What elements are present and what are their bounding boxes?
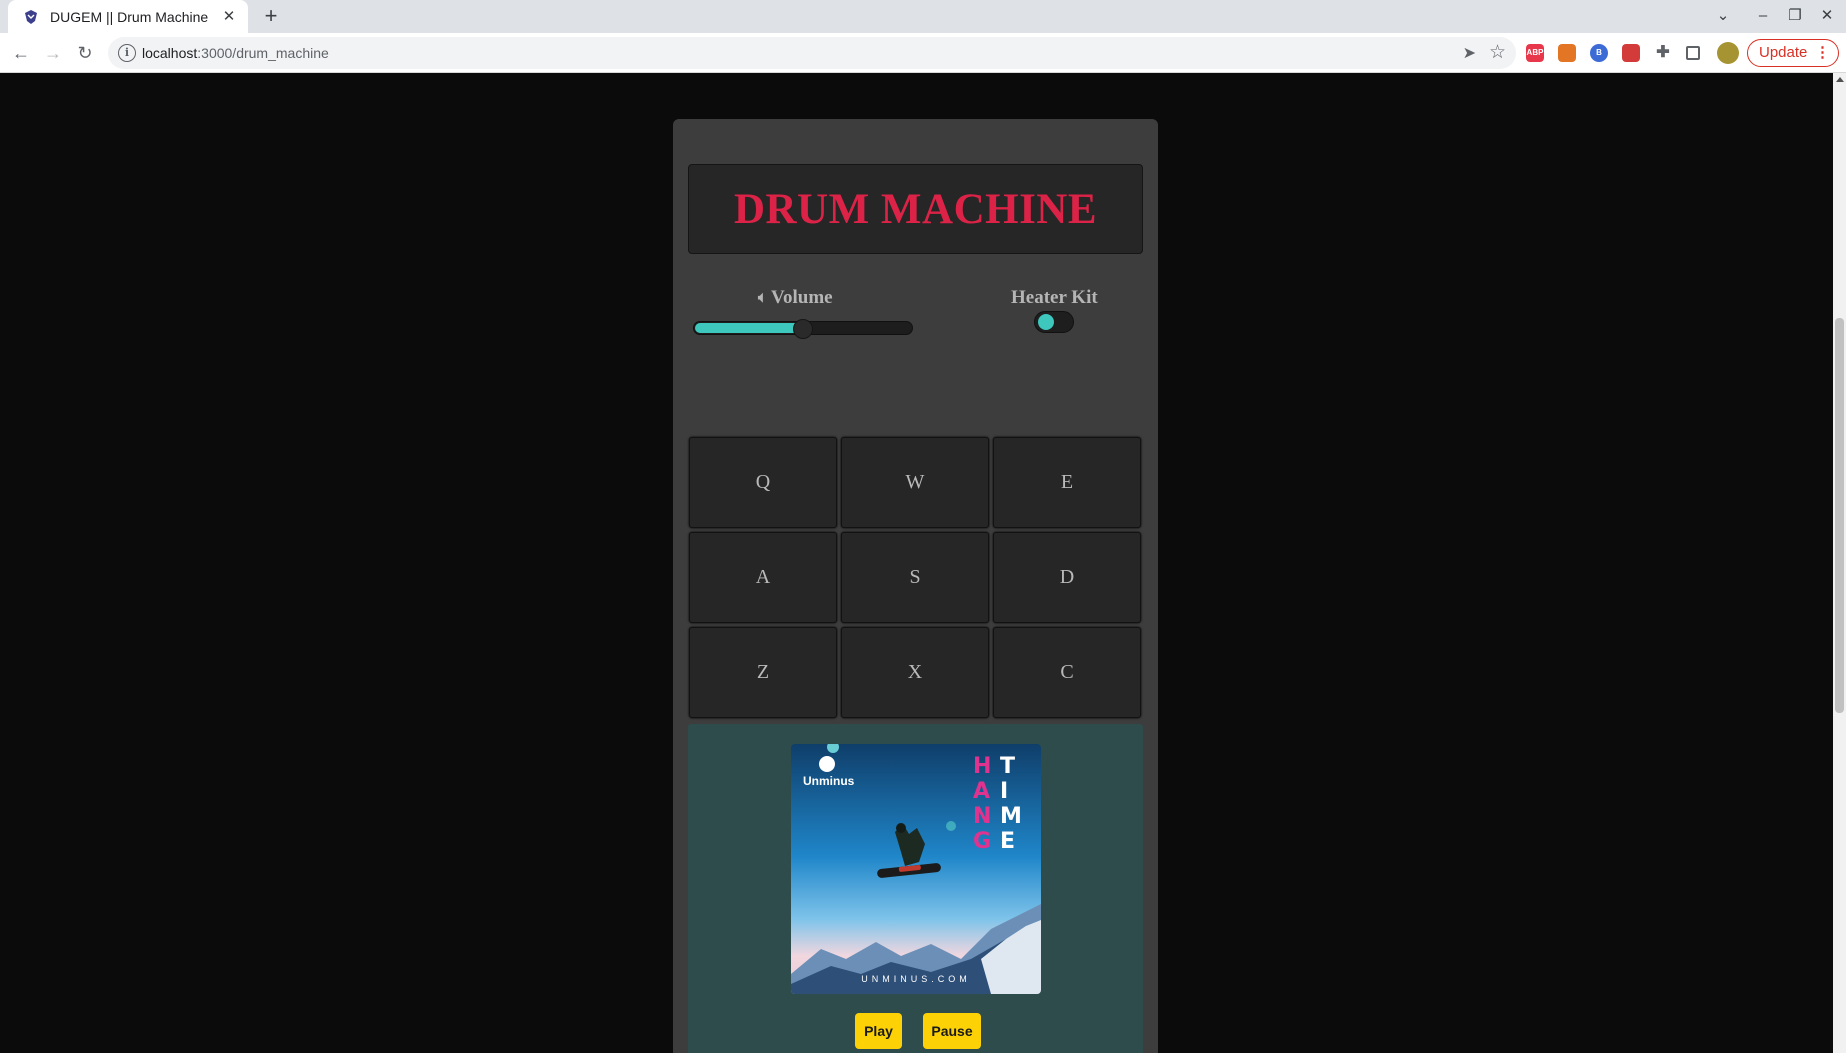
profile-avatar[interactable] bbox=[1717, 42, 1739, 64]
back-icon[interactable]: ← bbox=[9, 41, 33, 65]
cover-site: UNMINUS.COM bbox=[861, 974, 971, 984]
minimize-button[interactable]: – bbox=[1749, 4, 1777, 28]
kit-label: Heater Kit bbox=[1011, 287, 1098, 308]
site-info-icon[interactable]: i bbox=[118, 44, 136, 62]
scroll-up-arrow-icon[interactable] bbox=[1836, 77, 1844, 82]
url-text: localhost:3000/drum_machine bbox=[142, 45, 329, 61]
tab-title: DUGEM || Drum Machine bbox=[50, 8, 209, 25]
site-favicon-icon bbox=[22, 8, 40, 26]
close-window-button[interactable]: ✕ bbox=[1813, 4, 1841, 28]
kit-toggle-dot bbox=[1038, 314, 1054, 330]
volume-label: Volume bbox=[771, 287, 833, 308]
reload-icon[interactable]: ↻ bbox=[73, 41, 97, 65]
drum-pad-w[interactable]: W bbox=[841, 437, 989, 528]
page-viewport: DRUM MACHINE 🔈︎ Volume Heater Kit Q W E … bbox=[0, 73, 1833, 1053]
side-panel-icon[interactable] bbox=[1686, 46, 1700, 60]
browser-tab[interactable]: DUGEM || Drum Machine ✕ bbox=[8, 0, 248, 33]
drum-pad-grid: Q W E A S D Z X C bbox=[689, 437, 1142, 718]
metamask-icon[interactable] bbox=[1558, 44, 1576, 62]
send-tab-icon[interactable]: ➤ bbox=[1463, 43, 1476, 63]
page-scrollbar[interactable] bbox=[1833, 73, 1846, 1053]
album-cover: Unminus HANG TIME UNMINUS.COM bbox=[791, 744, 1041, 994]
drum-machine: DRUM MACHINE 🔈︎ Volume Heater Kit Q W E … bbox=[673, 119, 1158, 1053]
url-path: :3000/drum_machine bbox=[197, 45, 329, 61]
browser-toolbar: ← → ↻ i localhost:3000/drum_machine ➤ ☆ … bbox=[0, 33, 1846, 73]
cover-word-hang: HANG bbox=[973, 754, 992, 854]
pause-button[interactable]: Pause bbox=[923, 1013, 981, 1049]
drum-pad-s[interactable]: S bbox=[841, 532, 989, 623]
kit-toggle[interactable] bbox=[1034, 311, 1074, 333]
drum-pad-q[interactable]: Q bbox=[689, 437, 837, 528]
url-host: localhost bbox=[142, 45, 198, 61]
cover-brand: Unminus bbox=[803, 774, 855, 788]
volume-fill bbox=[695, 323, 804, 333]
extension-red-icon[interactable] bbox=[1622, 44, 1640, 62]
extensions-puzzle-icon[interactable]: ✚ bbox=[1654, 44, 1672, 62]
tab-close-icon[interactable]: ✕ bbox=[220, 8, 238, 26]
menu-dots-icon: ⋮ bbox=[1815, 44, 1830, 61]
update-label: Update bbox=[1759, 44, 1808, 61]
update-button[interactable]: Update ⋮ bbox=[1747, 39, 1839, 67]
cover-word-time: TIME bbox=[1000, 754, 1022, 854]
play-button[interactable]: Play bbox=[855, 1013, 902, 1049]
address-bar[interactable]: i localhost:3000/drum_machine ➤ ☆ bbox=[108, 37, 1516, 69]
drum-pad-d[interactable]: D bbox=[993, 532, 1141, 623]
drum-pad-x[interactable]: X bbox=[841, 627, 989, 718]
drum-pad-e[interactable]: E bbox=[993, 437, 1141, 528]
bookmark-star-icon[interactable]: ☆ bbox=[1489, 41, 1506, 64]
extension-b-icon[interactable]: B bbox=[1590, 44, 1608, 62]
new-tab-button[interactable]: + bbox=[259, 5, 283, 29]
restore-button[interactable]: ❐ bbox=[1781, 4, 1809, 28]
drum-pad-a[interactable]: A bbox=[689, 532, 837, 623]
volume-slider[interactable] bbox=[693, 319, 913, 339]
tab-search-icon[interactable]: ⌄ bbox=[1709, 4, 1737, 28]
volume-heading: 🔈︎ Volume bbox=[758, 287, 833, 309]
adblock-plus-icon[interactable]: ABP bbox=[1526, 44, 1544, 62]
brand-logo-icon bbox=[819, 756, 835, 772]
volume-knob[interactable] bbox=[793, 319, 813, 339]
tab-strip: DUGEM || Drum Machine ✕ + ⌄ – ❐ ✕ bbox=[0, 0, 1846, 33]
music-player: Unminus HANG TIME UNMINUS.COM Play Pause bbox=[688, 724, 1143, 1053]
scrollbar-thumb[interactable] bbox=[1835, 318, 1844, 713]
drum-pad-c[interactable]: C bbox=[993, 627, 1141, 718]
speaker-icon: 🔈︎ bbox=[758, 290, 768, 306]
drum-pad-z[interactable]: Z bbox=[689, 627, 837, 718]
forward-icon[interactable]: → bbox=[41, 41, 65, 65]
title-display: DRUM MACHINE bbox=[688, 164, 1143, 254]
app-title: DRUM MACHINE bbox=[733, 185, 1098, 233]
